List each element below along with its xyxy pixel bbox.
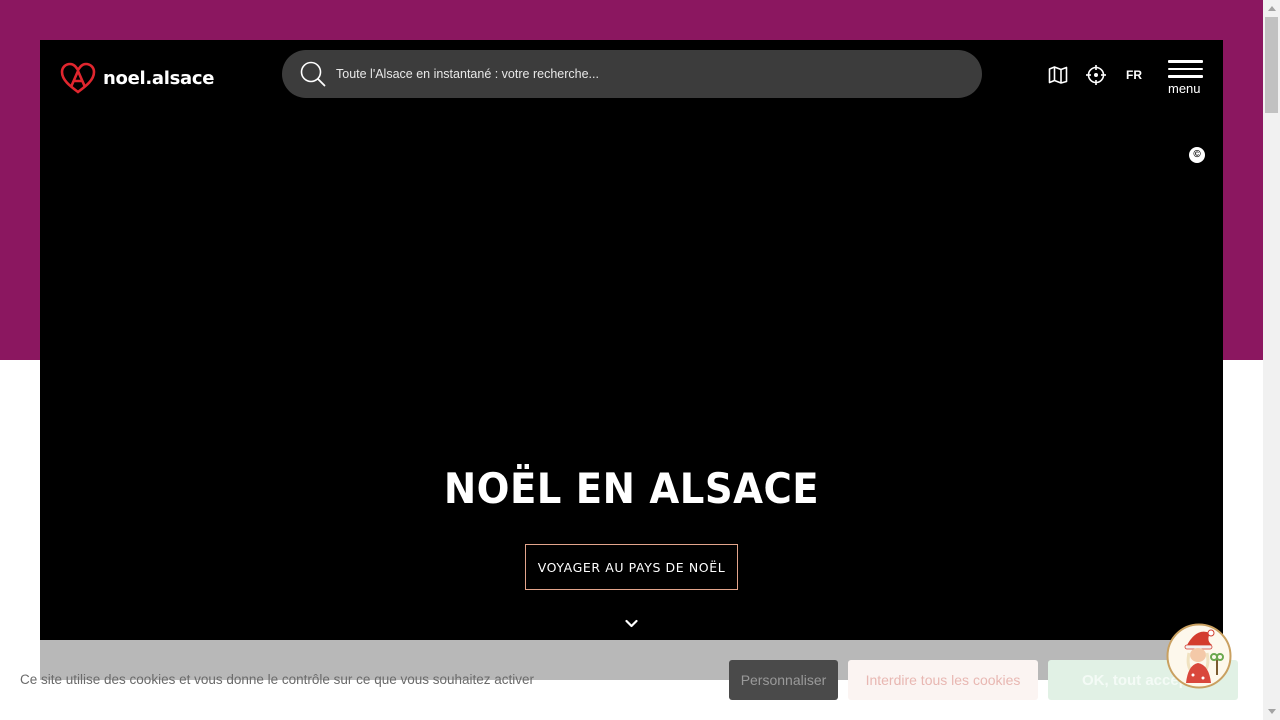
cookie-banner: Ce site utilise des cookies et vous donn…: [0, 640, 1263, 720]
search-input[interactable]: [336, 50, 956, 98]
deny-cookies-button[interactable]: Interdire tous les cookies: [848, 660, 1038, 700]
menu-label: menu: [1168, 81, 1201, 96]
search-bar[interactable]: [282, 50, 982, 98]
menu-button[interactable]: menu: [1168, 60, 1204, 98]
locate-icon[interactable]: [1086, 65, 1106, 85]
scroll-thumb[interactable]: [1265, 17, 1278, 113]
mascot-avatar-icon[interactable]: [1166, 623, 1232, 689]
scroll-up-icon[interactable]: [1263, 0, 1280, 17]
page-scrollbar[interactable]: [1263, 0, 1280, 720]
search-icon[interactable]: [300, 61, 326, 87]
logo-text: noel.alsace: [103, 67, 215, 89]
scroll-down-icon[interactable]: [1263, 703, 1280, 720]
language-selector[interactable]: FR: [1126, 68, 1142, 82]
hero-title: NOËL EN ALSACE: [443, 464, 820, 513]
hamburger-icon: [1168, 60, 1203, 63]
cta-button[interactable]: VOYAGER AU PAYS DE NOËL: [525, 544, 738, 590]
hero-section: noel.alsace FR menu © NOËL EN ALSACE VOY…: [40, 40, 1223, 680]
alsace-heart-icon: [60, 62, 96, 94]
map-icon[interactable]: [1048, 66, 1068, 84]
cookie-text: Ce site utilise des cookies et vous donn…: [20, 672, 535, 687]
copyright-badge[interactable]: ©: [1189, 147, 1205, 163]
site-logo[interactable]: noel.alsace: [60, 62, 214, 94]
customize-cookies-button[interactable]: Personnaliser: [729, 660, 838, 700]
chevron-down-icon[interactable]: [624, 618, 639, 629]
